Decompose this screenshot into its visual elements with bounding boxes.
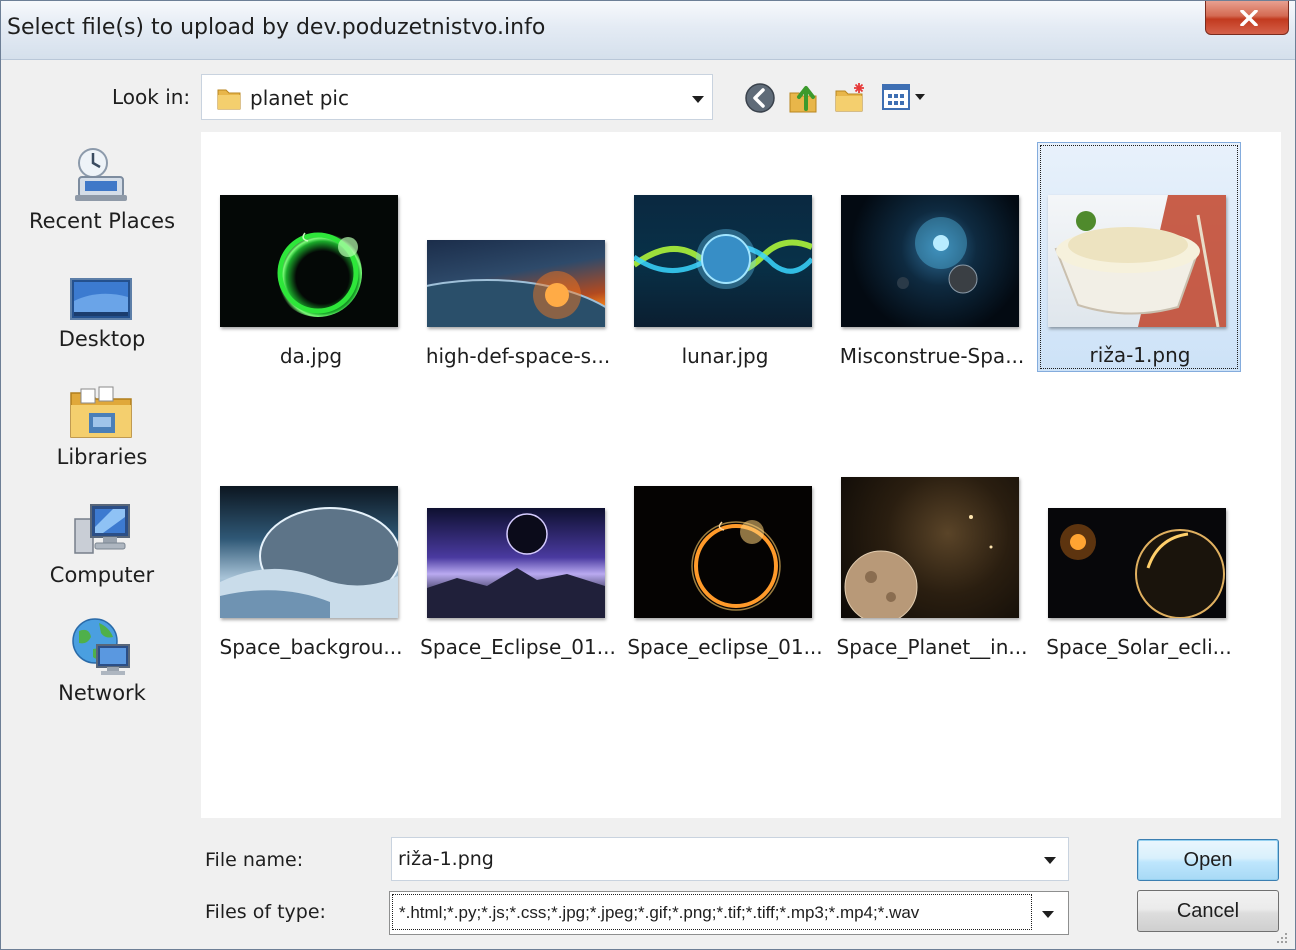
place-label: Desktop <box>58 327 146 351</box>
file-list-view[interactable]: da.jpg high-def-space-s... lunar.jpg Mis… <box>201 132 1281 818</box>
resize-grip-icon[interactable] <box>1273 929 1289 945</box>
window-title: Select file(s) to upload by dev.poduzetn… <box>7 15 546 40</box>
file-name-label: File name: <box>205 849 304 871</box>
network-icon <box>72 618 130 675</box>
file-name-label: high-def-space-s... <box>425 344 611 368</box>
file-type-label: Files of type: <box>205 901 326 923</box>
file-tile[interactable]: high-def-space-s... <box>418 172 618 402</box>
views-menu-icon[interactable] <box>881 81 933 115</box>
file-thumbnail <box>841 195 1019 327</box>
file-tile[interactable]: Space_eclipse_01... <box>625 463 825 693</box>
place-label: Computer <box>49 563 155 587</box>
places-bar: Recent Places Desktop Libraries Computer… <box>1 131 201 731</box>
file-name-label: Space_Solar_ecli... <box>1046 635 1232 659</box>
folder-icon <box>217 89 241 110</box>
file-tile[interactable]: Misconstrue-Spa... <box>832 172 1032 402</box>
file-tile[interactable]: Space_Eclipse_01... <box>418 463 618 693</box>
file-tile[interactable]: da.jpg <box>211 172 411 402</box>
file-thumbnail <box>427 508 605 618</box>
file-tile-selected[interactable]: riža-1.png <box>1037 142 1241 372</box>
file-name-label: lunar.jpg <box>681 344 769 368</box>
file-thumbnail <box>220 486 398 618</box>
place-computer[interactable]: Computer <box>1 485 201 597</box>
file-name-input[interactable]: riža-1.png <box>391 837 1069 881</box>
file-name-label: Misconstrue-Spa... <box>839 344 1025 368</box>
file-thumbnail <box>841 477 1019 618</box>
place-network[interactable]: Network <box>1 603 201 715</box>
file-name-value[interactable]: riža-1.png <box>398 848 494 870</box>
file-tile[interactable]: Space_Planet__in... <box>832 463 1032 693</box>
look-in-dropdown[interactable]: planet pic <box>201 74 713 120</box>
file-thumbnail <box>427 240 605 327</box>
file-thumbnail <box>220 195 398 327</box>
file-tile[interactable]: Space_Solar_ecli... <box>1039 463 1239 693</box>
look-in-value: planet pic <box>250 86 349 110</box>
place-desktop[interactable]: Desktop <box>1 249 201 361</box>
cancel-button[interactable]: Cancel <box>1137 890 1279 932</box>
file-thumbnail <box>1048 195 1226 327</box>
file-name-label: riža-1.png <box>1089 343 1191 367</box>
file-type-focus: *.html;*.py;*.js;*.css;*.jpg;*.jpeg;*.gi… <box>392 894 1032 930</box>
chevron-down-icon[interactable] <box>1042 911 1054 918</box>
chevron-down-icon[interactable] <box>1044 857 1056 864</box>
libraries-icon <box>70 386 132 438</box>
place-label: Network <box>58 681 146 705</box>
file-upload-dialog: Select file(s) to upload by dev.poduzetn… <box>0 0 1296 950</box>
file-name-label: da.jpg <box>279 344 343 368</box>
file-tile[interactable]: Space_backgrou... <box>211 463 411 693</box>
computer-icon <box>74 504 130 554</box>
place-label: Recent Places <box>28 209 176 233</box>
look-in-label: Look in: <box>112 85 191 109</box>
chevron-down-icon[interactable] <box>692 96 704 103</box>
file-name-label: Space_Planet__in... <box>836 635 1028 659</box>
file-name-label: Space_eclipse_01... <box>627 635 823 659</box>
open-button[interactable]: Open <box>1137 839 1279 881</box>
recent-places-icon <box>75 148 127 201</box>
file-name-label: Space_Eclipse_01... <box>420 635 616 659</box>
close-button[interactable] <box>1205 1 1289 35</box>
new-folder-icon[interactable] <box>833 81 867 115</box>
file-type-value: *.html;*.py;*.js;*.css;*.jpg;*.jpeg;*.gi… <box>399 903 920 922</box>
file-thumbnail <box>1048 508 1226 618</box>
up-folder-icon[interactable] <box>787 81 821 115</box>
title-bar[interactable]: Select file(s) to upload by dev.poduzetn… <box>1 1 1295 60</box>
file-tile[interactable]: lunar.jpg <box>625 172 825 402</box>
file-thumbnail <box>634 486 812 618</box>
place-libraries[interactable]: Libraries <box>1 367 201 479</box>
place-recent-places[interactable]: Recent Places <box>1 131 201 243</box>
close-icon <box>1240 10 1258 26</box>
file-type-dropdown[interactable]: *.html;*.py;*.js;*.css;*.jpg;*.jpeg;*.gi… <box>389 891 1069 935</box>
place-label: Libraries <box>56 445 148 469</box>
back-icon[interactable] <box>743 81 777 115</box>
file-name-label: Space_backgrou... <box>219 635 403 659</box>
file-thumbnail <box>634 195 812 327</box>
desktop-icon <box>70 278 132 320</box>
